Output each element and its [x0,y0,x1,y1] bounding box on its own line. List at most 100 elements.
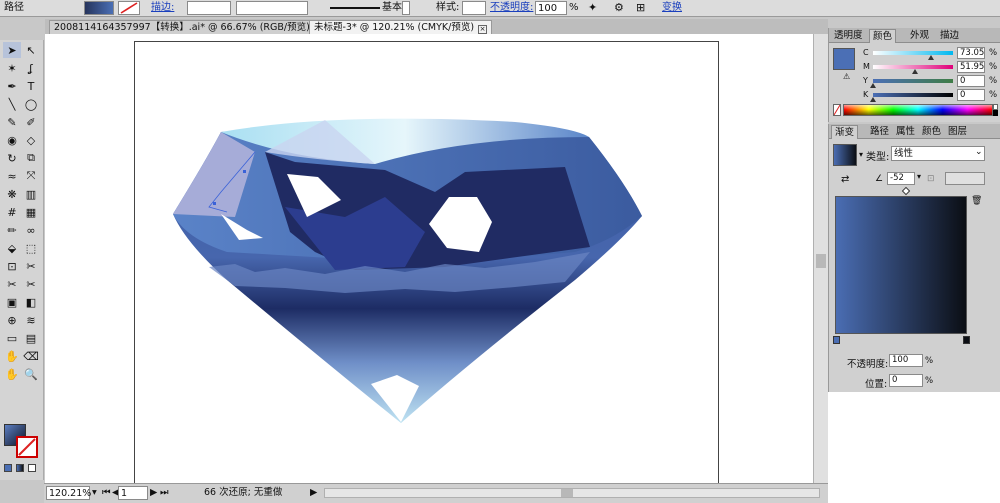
align-icon[interactable]: ⊞ [636,1,645,15]
variable-width-dropdown[interactable] [236,1,308,15]
line-segment-tool-icon[interactable]: ╲ [3,96,21,112]
gradient-type-select[interactable]: 线性 [891,146,985,161]
none-swatch[interactable] [833,104,841,116]
eraser-tool-icon[interactable]: ◇ [22,132,40,148]
next-page-icon[interactable]: ▶ [150,486,157,500]
fill-swatch[interactable] [84,1,114,15]
slider-value-m[interactable]: 51.95 [957,61,985,73]
free-transform-tool-icon[interactable]: ⤧ [22,168,40,184]
column-graph-tool-icon[interactable]: ▥ [22,186,40,202]
perspective-selection-tool-icon[interactable]: ◧ [22,294,40,310]
lasso-tool-icon[interactable]: ʆ [22,60,40,76]
page-input[interactable]: 1 [118,486,148,500]
color-mode-icon[interactable] [4,464,12,472]
rotate-tool-icon[interactable]: ↻ [3,150,21,166]
slider-value-k[interactable]: 0 [957,89,985,101]
tab-color[interactable]: 颜色 [869,29,897,43]
slice-tool-icon[interactable]: ✂ [22,258,40,274]
anchor-point[interactable] [213,202,216,205]
chevron-down-icon[interactable]: ⌄ [975,147,983,157]
scissors-tool-icon[interactable]: ✂ [22,276,40,292]
gamut-warning-icon[interactable]: ⚠ [843,72,850,81]
gradient-stop-end[interactable] [963,336,970,344]
first-page-icon[interactable]: ⏮ [102,486,111,500]
last-page-icon[interactable]: ⏭ [160,486,169,500]
scroll-thumb[interactable] [561,489,573,497]
aspect-ratio-icon[interactable]: ⊡ [927,174,935,184]
angle-input[interactable]: -52 [887,172,915,185]
slider-handle-m[interactable] [911,69,918,74]
gradient-swatch[interactable] [833,144,857,166]
doc-tab-1[interactable]: 2008114164357997【转换】.ai* @ 66.67% (RGB/预… [49,20,328,34]
warp-tool-icon[interactable]: ≈ [3,168,21,184]
perspective-grid-tool-icon[interactable]: ▣ [3,294,21,310]
knife-tool-icon[interactable]: ✂ [3,276,21,292]
brush-dropdown[interactable] [402,1,410,15]
zoom-tool-icon[interactable]: 🔍 [22,366,40,382]
opacity-link[interactable]: 不透明度: [490,1,533,15]
style-dropdown[interactable] [462,1,486,15]
eyedropper-tool-icon[interactable]: ✏ [3,222,21,238]
trash-icon[interactable]: 🗑 [971,196,982,206]
reverse-gradient-icon[interactable]: ⇄ [841,174,849,185]
vertical-scrollbar[interactable] [813,34,828,483]
live-paint-bucket-tool-icon[interactable]: ⬙ [3,240,21,256]
scale-tool-icon[interactable]: ⧉ [22,150,40,166]
color-spectrum[interactable] [843,104,993,116]
type-tool-icon[interactable]: T [22,78,40,94]
zoom-dropdown-icon[interactable]: ▾ [92,486,97,500]
tab-pathfinder[interactable]: 路径 [867,125,892,139]
gradient-location-input[interactable]: 0 [889,374,923,387]
direct-selection-tool-icon[interactable]: ↖ [22,42,40,58]
tab-layers[interactable]: 图层 [945,125,970,139]
gradient-midpoint[interactable] [901,186,911,196]
artboard-tool-icon[interactable]: ▭ [3,330,21,346]
stroke-link[interactable]: 描边: [151,1,174,15]
opacity-input[interactable]: 100 [535,1,567,15]
mesh-tool-icon[interactable]: # [3,204,21,220]
stroke-weight-dropdown[interactable] [187,1,231,15]
paintbrush-tool-icon[interactable]: ✎ [3,114,21,130]
width-tool-icon[interactable]: ≋ [22,312,40,328]
tab-stroke[interactable]: 描边 [937,29,962,43]
slider-track-y[interactable] [873,79,953,83]
magic-wand-tool-icon[interactable]: ✶ [3,60,21,76]
gradient-stop-start[interactable] [833,336,840,344]
fill-color-preview[interactable] [833,48,855,70]
black-swatch[interactable] [993,110,998,116]
scroll-thumb[interactable] [816,254,826,268]
slider-handle-y[interactable] [870,83,876,88]
artboard[interactable] [134,41,719,484]
tab-appearance[interactable]: 外观 [907,29,932,43]
slider-handle-k[interactable] [870,97,876,102]
symbol-sprayer-tool-icon[interactable]: ❋ [3,186,21,202]
gradient-swatch-dropdown-icon[interactable]: ▾ [859,150,863,159]
gradient-opacity-input[interactable]: 100 [889,354,923,367]
tab-attributes[interactable]: 属性 [893,125,918,139]
blend-tool-icon[interactable]: ∞ [22,222,40,238]
transform-link[interactable]: 变换 [662,1,682,15]
tab-transparency[interactable]: 透明度 [831,29,866,43]
stroke-color-swatch[interactable] [16,436,38,458]
ellipse-tool-icon[interactable]: ◯ [22,96,40,112]
anchor-point[interactable] [243,170,246,173]
doc-tab-2[interactable]: 未标题-3* @ 120.21% (CMYK/预览) × [309,20,493,34]
pen-tool-icon[interactable]: ✒ [3,78,21,94]
slider-value-y[interactable]: 0 [957,75,985,87]
puppet-tool-icon[interactable]: ✋ [3,348,21,364]
gradient-preview[interactable] [835,196,967,334]
pencil-tool-icon[interactable]: ✐ [22,114,40,130]
settings-icon[interactable]: ⚙ [614,1,624,15]
aspect-ratio-input[interactable] [945,172,985,185]
slider-value-c[interactable]: 73.05 [957,47,985,59]
close-icon[interactable]: × [478,25,488,34]
eraser2-tool-icon[interactable]: ⌫ [22,348,40,364]
zoom-input[interactable]: 120.21% [46,486,91,500]
graph-tool-icon[interactable]: ▤ [22,330,40,346]
angle-dropdown-icon[interactable]: ▾ [917,172,921,181]
none-mode-icon[interactable] [28,464,36,472]
gradient-mode-icon[interactable] [16,464,24,472]
tab-color-2[interactable]: 颜色 [919,125,944,139]
selection-tool-icon[interactable]: ➤ [3,42,21,58]
stroke-swatch[interactable] [118,1,140,15]
